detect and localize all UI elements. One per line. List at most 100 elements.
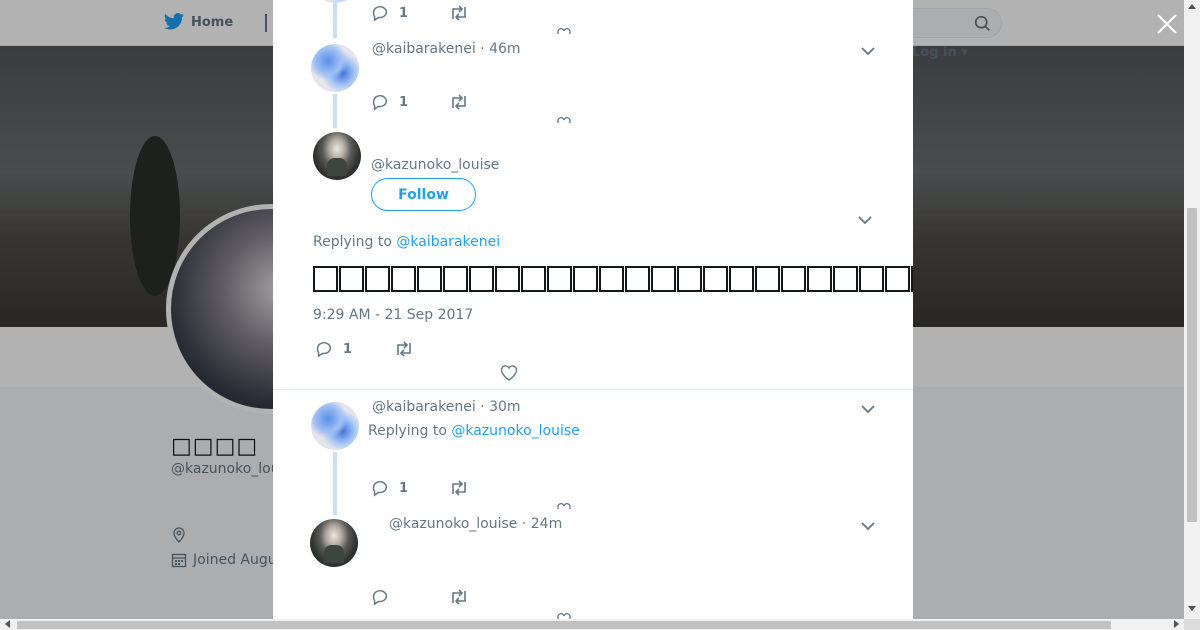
tweet-time[interactable]: 24m — [531, 516, 562, 532]
missing-glyph — [443, 265, 468, 292]
main-tweet-handle[interactable]: @kazunoko_louise — [371, 157, 499, 173]
replying-to: Replying to @kazunoko_louise — [368, 423, 580, 439]
missing-glyph — [677, 265, 702, 292]
missing-glyph — [469, 265, 494, 292]
retweet-icon — [452, 94, 466, 110]
thread-line — [333, 452, 337, 515]
chevron-down-icon — [861, 405, 875, 414]
tweet-header: @kaibarakenei · 46m — [372, 41, 521, 57]
retweet-button[interactable] — [449, 588, 469, 606]
tweet-handle[interactable]: @kaibarakenei — [372, 399, 476, 415]
missing-glyph — [625, 265, 650, 292]
heart-icon — [500, 365, 518, 381]
chevron-down-icon — [861, 47, 875, 56]
reply-button[interactable] — [371, 588, 399, 606]
like-button[interactable] — [557, 28, 571, 34]
replying-to-link[interactable]: @kaibarakenei — [396, 234, 500, 250]
missing-glyph — [651, 265, 676, 292]
retweet-icon — [452, 589, 466, 605]
tweet-handle[interactable]: @kaibarakenei — [372, 41, 476, 57]
reply-icon — [372, 480, 388, 497]
tweet-time[interactable]: 30m — [489, 399, 520, 415]
missing-glyph — [495, 265, 520, 292]
reply-button[interactable]: 1 — [315, 340, 352, 358]
replying-to-link[interactable]: @kazunoko_louise — [451, 423, 579, 439]
tweet-header: @kazunoko_louise · 24m — [389, 516, 563, 532]
missing-glyph — [781, 265, 806, 292]
reply-button[interactable]: 1 — [371, 4, 408, 22]
heart-icon — [557, 503, 571, 509]
heart-icon — [557, 117, 571, 123]
retweet-icon — [397, 341, 411, 357]
missing-glyph — [833, 265, 858, 292]
reply-button[interactable]: 1 — [371, 93, 408, 111]
retweet-button[interactable] — [449, 93, 469, 111]
missing-glyph — [391, 265, 416, 292]
missing-glyph — [417, 265, 442, 292]
reply-icon — [372, 94, 388, 111]
avatar[interactable] — [311, 402, 359, 450]
tweet-handle[interactable]: @kazunoko_louise — [389, 516, 517, 532]
tweet-menu-button[interactable] — [858, 215, 872, 225]
missing-glyph — [339, 265, 364, 292]
avatar[interactable] — [311, 44, 359, 92]
like-button[interactable] — [557, 117, 571, 123]
like-button[interactable] — [500, 364, 518, 382]
reply-count: 1 — [399, 94, 409, 110]
tweet-time[interactable]: 46m — [489, 41, 520, 57]
tweet-header: @kaibarakenei · 30m — [372, 399, 521, 415]
missing-glyph — [521, 265, 546, 292]
avatar[interactable] — [310, 519, 358, 567]
reply-button[interactable]: 1 — [371, 479, 408, 497]
reply-icon — [372, 589, 388, 606]
retweet-button[interactable] — [449, 4, 469, 22]
missing-glyph — [729, 265, 754, 292]
replying-prefix: Replying to — [368, 423, 447, 439]
missing-glyph — [911, 265, 913, 292]
reply-count: 1 — [343, 341, 353, 357]
scroll-left-icon[interactable] — [5, 620, 10, 628]
vertical-scrollbar[interactable] — [1184, 0, 1200, 619]
avatar[interactable] — [313, 132, 361, 180]
reply-icon — [316, 341, 332, 358]
chevron-down-icon — [858, 216, 872, 225]
follow-button[interactable]: Follow — [371, 178, 476, 211]
retweet-icon — [452, 5, 466, 21]
missing-glyph — [885, 265, 910, 292]
thread-line — [333, 0, 337, 38]
missing-glyph — [859, 265, 884, 292]
scroll-thumb[interactable] — [17, 621, 1111, 629]
retweet-button[interactable] — [394, 340, 414, 358]
retweet-button[interactable] — [449, 479, 469, 497]
scrollbar-corner — [1184, 619, 1200, 630]
missing-glyph — [547, 265, 572, 292]
chevron-down-icon — [861, 522, 875, 531]
scroll-up-icon[interactable] — [1188, 4, 1196, 9]
tweet-modal: 1 @kaibarakenei · 46m 1 @kazunoko_louise… — [273, 0, 913, 619]
missing-glyph — [313, 265, 338, 292]
scroll-right-icon[interactable] — [1174, 620, 1179, 628]
divider — [273, 389, 913, 390]
missing-glyph — [365, 265, 390, 292]
reply-count: 1 — [399, 5, 409, 21]
close-icon — [1157, 14, 1177, 34]
missing-glyph — [703, 265, 728, 292]
tweet-timestamp[interactable]: 9:29 AM - 21 Sep 2017 — [313, 307, 473, 323]
missing-glyph — [755, 265, 780, 292]
thread-line — [333, 94, 337, 128]
heart-icon — [557, 28, 571, 34]
horizontal-scrollbar[interactable] — [0, 619, 1184, 630]
replying-to: Replying to @kaibarakenei — [313, 234, 500, 250]
tweet-menu-button[interactable] — [861, 404, 875, 414]
missing-glyph — [573, 265, 598, 292]
scroll-thumb[interactable] — [1187, 208, 1197, 522]
tweet-text — [313, 262, 913, 293]
tweet-menu-button[interactable] — [861, 46, 875, 56]
missing-glyph — [599, 265, 624, 292]
scroll-down-icon[interactable] — [1188, 606, 1196, 611]
reply-count: 1 — [399, 480, 409, 496]
like-button[interactable] — [557, 503, 571, 509]
tweet-menu-button[interactable] — [861, 521, 875, 531]
close-modal-button[interactable] — [1155, 12, 1179, 36]
reply-icon — [372, 5, 388, 22]
